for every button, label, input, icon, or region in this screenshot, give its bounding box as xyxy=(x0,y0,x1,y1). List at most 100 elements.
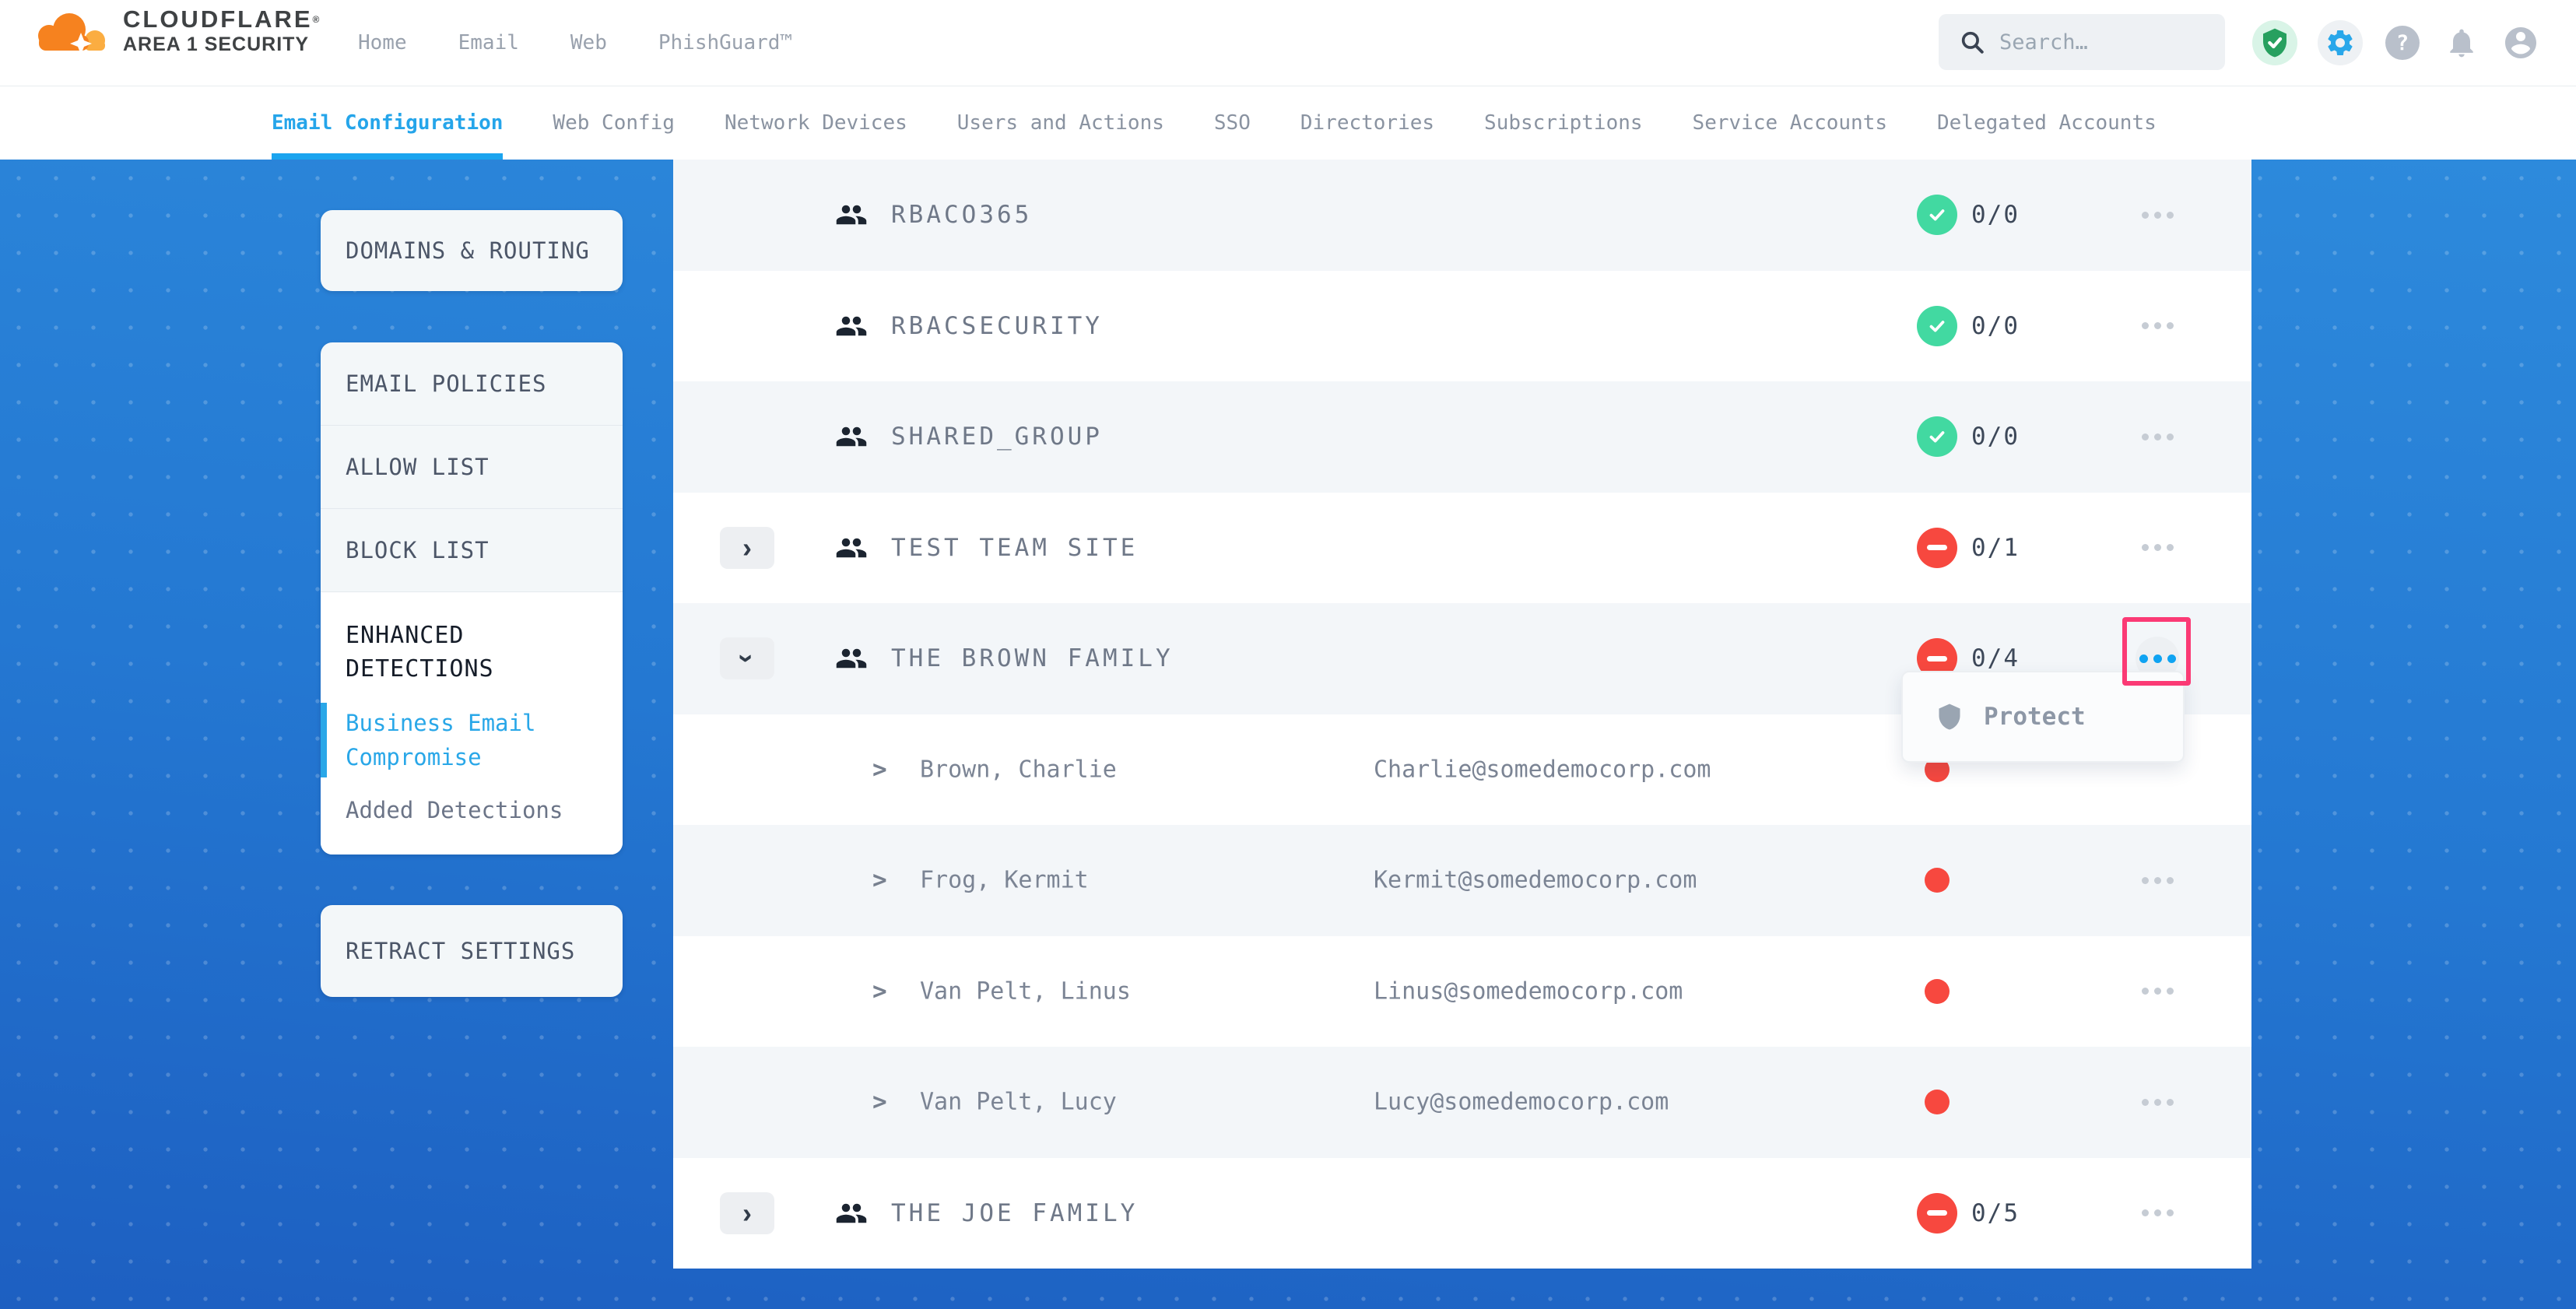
sidebar-item-domains-routing[interactable]: DOMAINS & ROUTING xyxy=(321,210,623,291)
protect-menu-item[interactable]: Protect xyxy=(1984,703,2086,731)
people-icon xyxy=(835,1197,868,1230)
tab-service-accounts[interactable]: Service Accounts xyxy=(1693,86,1887,160)
group-name: THE BROWN FAMILY xyxy=(891,644,1174,672)
people-icon xyxy=(835,420,868,453)
table-row-member: >Frog, KermitKermit@somedemocorp.com xyxy=(673,825,2251,936)
tab-web-config[interactable]: Web Config xyxy=(553,86,675,160)
member-chevron-icon[interactable]: > xyxy=(872,756,887,784)
search-icon xyxy=(1959,29,1985,55)
chevron-right-icon: › xyxy=(742,1199,752,1227)
row-menu-button[interactable] xyxy=(2136,304,2179,348)
sidebar-card-retract: RETRACT SETTINGS xyxy=(321,905,623,997)
groups-table: Protect RBACO3650/0 RBACSECURITY 0/0 SHARED… xyxy=(673,160,2251,1269)
protect-menu: Protect xyxy=(1901,671,2185,763)
group-name: SHARED_GROUP xyxy=(891,423,1103,451)
nav-email[interactable]: Email xyxy=(458,31,519,54)
member-name: Frog, Kermit xyxy=(920,867,1089,894)
tab-sso[interactable]: SSO xyxy=(1214,86,1251,160)
table-row-member: > Van Pelt, Linus Linus@somedemocorp.com xyxy=(673,936,2251,1048)
member-chevron-icon[interactable]: > xyxy=(872,1088,887,1116)
tab-bar: Email Configuration Web Config Network Dev… xyxy=(0,86,2576,160)
svg-text:?: ? xyxy=(2396,31,2409,55)
search-input[interactable] xyxy=(1998,30,2203,55)
top-header: CLOUDFLARE® AREA 1 SECURITY Home Email Web… xyxy=(0,0,2576,86)
sidebar-item-block-list[interactable]: BLOCK LIST xyxy=(321,509,623,592)
protection-count: 0/0 xyxy=(1971,312,2020,340)
row-menu-button[interactable] xyxy=(2136,1191,2179,1235)
protection-count: 0/1 xyxy=(1971,534,2020,562)
expand-toggle-button[interactable]: › xyxy=(720,527,774,569)
nav-phishguard[interactable]: PhishGuard™ xyxy=(658,31,792,54)
table-row-group: › TEST TEAM SITE 0/1 xyxy=(673,493,2251,604)
member-chevron-icon[interactable]: > xyxy=(872,977,887,1005)
help-icon[interactable]: ? xyxy=(2383,23,2422,62)
member-name: Brown, Charlie xyxy=(920,756,1117,783)
tab-delegated-accounts[interactable]: Delegated Accounts xyxy=(1937,86,2157,160)
protection-count: 0/4 xyxy=(1971,644,2020,672)
row-menu-button[interactable] xyxy=(2136,858,2179,902)
row-menu-button[interactable] xyxy=(2136,526,2179,570)
group-name: THE JOE FAMILY xyxy=(891,1199,1138,1227)
sidebar-item-email-policies[interactable]: EMAIL POLICIES xyxy=(321,342,623,426)
header-icons: ? xyxy=(2252,0,2540,86)
sidebar-item-business-email-compromise[interactable]: Business Email Compromise xyxy=(321,706,623,774)
sidebar-section-enhanced-detections: ENHANCED DETECTIONS Business Email Compr… xyxy=(321,592,623,855)
status-protected-icon xyxy=(1917,306,1957,346)
member-chevron-icon[interactable]: > xyxy=(872,866,887,894)
status-unprotected-icon xyxy=(1917,528,1957,568)
member-email: Lucy@somedemocorp.com xyxy=(1374,1089,1669,1116)
people-icon xyxy=(835,198,868,231)
table-row-group: SHARED_GROUP0/0 xyxy=(673,381,2251,493)
expand-toggle-button[interactable]: › xyxy=(720,637,774,679)
nav-home[interactable]: Home xyxy=(358,31,407,54)
bell-icon[interactable] xyxy=(2442,23,2481,62)
chevron-down-icon: › xyxy=(733,654,761,663)
shield-check-icon[interactable] xyxy=(2252,20,2297,65)
search-box xyxy=(1939,14,2225,70)
member-name: Van Pelt, Linus xyxy=(920,977,1131,1005)
tab-directories[interactable]: Directories xyxy=(1300,86,1434,160)
expand-toggle-button[interactable]: › xyxy=(720,1192,774,1234)
tab-email-configuration[interactable]: Email Configuration xyxy=(272,86,503,160)
shield-icon xyxy=(1936,703,1964,731)
primary-nav: Home Email Web PhishGuard™ xyxy=(358,0,792,86)
brand-name: CLOUDFLARE® xyxy=(123,6,319,33)
status-protected-icon xyxy=(1917,195,1957,235)
people-icon xyxy=(835,642,868,675)
sidebar-card-domains: DOMAINS & ROUTING xyxy=(321,210,623,291)
member-name: Van Pelt, Lucy xyxy=(920,1089,1117,1116)
table-row-member: > Van Pelt, Lucy Lucy@somedemocorp.com xyxy=(673,1047,2251,1158)
sidebar-item-enhanced-detections[interactable]: ENHANCED DETECTIONS xyxy=(321,619,623,686)
nav-web[interactable]: Web xyxy=(570,31,607,54)
cloudflare-cloud-icon xyxy=(33,9,114,58)
row-menu-button[interactable] xyxy=(2136,1080,2179,1124)
group-name: RBACSECURITY xyxy=(891,312,1103,340)
people-icon xyxy=(835,310,868,342)
protection-count: 0/0 xyxy=(1971,201,2020,229)
sidebar-item-allow-list[interactable]: ALLOW LIST xyxy=(321,426,623,509)
tab-subscriptions[interactable]: Subscriptions xyxy=(1484,86,1643,160)
sidebar-item-added-detections[interactable]: Added Detections xyxy=(321,793,623,827)
gear-icon[interactable] xyxy=(2318,20,2363,65)
status-protected-icon xyxy=(1917,416,1957,457)
user-icon[interactable] xyxy=(2501,23,2540,62)
sidebar-item-retract-settings[interactable]: RETRACT SETTINGS xyxy=(321,905,623,997)
chevron-right-icon: › xyxy=(742,534,752,562)
tab-network-devices[interactable]: Network Devices xyxy=(725,86,907,160)
row-menu-button[interactable] xyxy=(2136,970,2179,1013)
cloudflare-logo[interactable]: CLOUDFLARE® AREA 1 SECURITY xyxy=(33,5,319,58)
row-menu-button[interactable] xyxy=(2136,193,2179,237)
protection-count: 0/5 xyxy=(1971,1199,2020,1227)
status-unprotected-dot xyxy=(1925,1090,1950,1114)
people-icon xyxy=(835,532,868,564)
table-row-group: RBACO3650/0 xyxy=(673,160,2251,271)
member-email: Linus@somedemocorp.com xyxy=(1374,977,1683,1005)
member-email: Charlie@somedemocorp.com xyxy=(1374,756,1711,783)
brand-subtitle: AREA 1 SECURITY xyxy=(123,33,319,56)
page-background: DOMAINS & ROUTING EMAIL POLICIES ALLOW L… xyxy=(0,160,2576,1309)
row-menu-button[interactable] xyxy=(2136,415,2179,458)
table-row-group: RBACSECURITY 0/0 xyxy=(673,271,2251,382)
group-name: TEST TEAM SITE xyxy=(891,534,1138,562)
app: CLOUDFLARE® AREA 1 SECURITY Home Email Web… xyxy=(0,0,2576,1309)
tab-users-and-actions[interactable]: Users and Actions xyxy=(957,86,1164,160)
